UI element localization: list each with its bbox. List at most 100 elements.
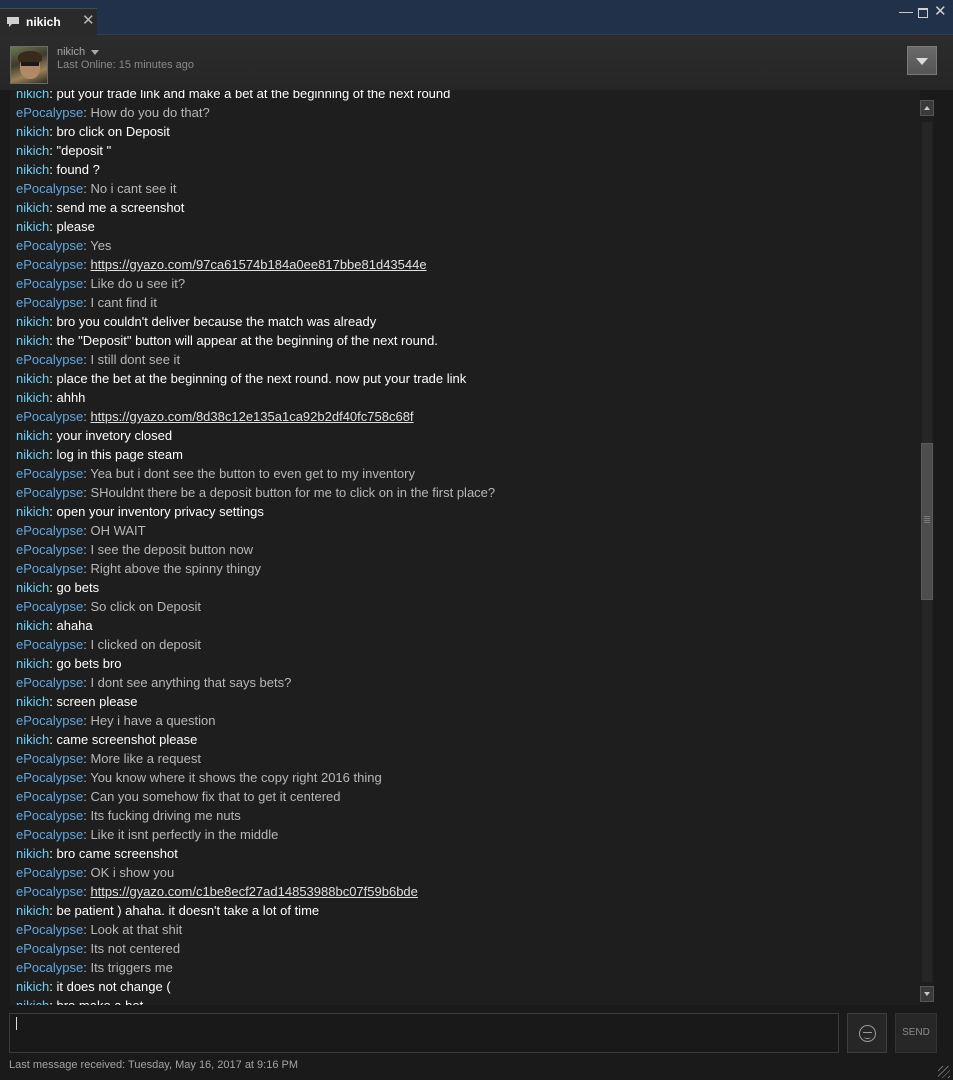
message-sender[interactable]: ePocalypse — [16, 181, 83, 196]
message-sender[interactable]: ePocalypse — [16, 238, 83, 253]
message-sender[interactable]: ePocalypse — [16, 808, 83, 823]
message-text: go bets bro — [56, 656, 122, 671]
message-sender[interactable]: ePocalypse — [16, 466, 83, 481]
message-text: place the bet at the beginning of the ne… — [56, 371, 467, 386]
message-sender[interactable]: ePocalypse — [16, 960, 83, 975]
message-sender[interactable]: nikich — [16, 428, 49, 443]
message-text: open your inventory privacy settings — [56, 504, 264, 519]
message-sender[interactable]: ePocalypse — [16, 827, 83, 842]
chat-message: nikich: open your inventory privacy sett… — [16, 504, 264, 519]
caret-down-icon[interactable] — [91, 50, 99, 55]
message-sender[interactable]: nikich — [16, 732, 49, 747]
chat-message: ePocalypse: Can you somehow fix that to … — [16, 789, 341, 804]
scroll-thumb[interactable] — [921, 443, 933, 600]
message-sender[interactable]: ePocalypse — [16, 276, 83, 291]
message-sender[interactable]: nikich — [16, 580, 49, 595]
message-sender[interactable]: nikich — [16, 656, 49, 671]
message-text: More like a request — [90, 751, 202, 766]
resize-grip-icon[interactable] — [938, 1066, 950, 1078]
message-sender[interactable]: nikich — [16, 447, 49, 462]
chat-scrollbar[interactable] — [920, 100, 934, 1002]
message-sender[interactable]: nikich — [16, 90, 49, 101]
scroll-down-arrow-icon[interactable] — [920, 986, 934, 1002]
message-sender[interactable]: ePocalypse — [16, 409, 83, 424]
message-sender[interactable]: ePocalypse — [16, 599, 83, 614]
message-text: Can you somehow fix that to get it cente… — [90, 789, 341, 804]
scroll-up-arrow-icon[interactable] — [920, 100, 934, 116]
message-text: screen please — [56, 694, 138, 709]
chat-tab[interactable]: nikich ✕ — [0, 8, 97, 35]
message-text: found ? — [56, 162, 100, 177]
maximize-icon[interactable] — [918, 8, 928, 18]
message-sender[interactable]: nikich — [16, 143, 49, 158]
message-sender[interactable]: nikich — [16, 903, 49, 918]
chat-message: ePocalypse: https://gyazo.com/8d38c12e13… — [16, 409, 414, 424]
message-sender[interactable]: nikich — [16, 979, 49, 994]
message-sender[interactable]: ePocalypse — [16, 352, 83, 367]
message-text: Look at that shit — [90, 922, 183, 937]
message-sender[interactable]: ePocalypse — [16, 295, 83, 310]
message-sender[interactable]: ePocalypse — [16, 105, 83, 120]
message-sender[interactable]: nikich — [16, 124, 49, 139]
message-sender[interactable]: ePocalypse — [16, 922, 83, 937]
message-text: Like it isnt perfectly in the middle — [90, 827, 279, 842]
message-text: I still dont see it — [90, 352, 181, 367]
message-sender[interactable]: ePocalypse — [16, 675, 83, 690]
send-button[interactable]: SEND — [895, 1013, 937, 1053]
message-sender[interactable]: nikich — [16, 314, 49, 329]
emoticon-button[interactable] — [847, 1013, 887, 1053]
message-text: I clicked on deposit — [90, 637, 202, 652]
message-link[interactable]: https://gyazo.com/97ca61574b184a0ee817bb… — [90, 257, 426, 272]
message-sender[interactable]: ePocalypse — [16, 941, 83, 956]
message-text: I dont see anything that says bets? — [90, 675, 292, 690]
message-sender[interactable]: ePocalypse — [16, 865, 83, 880]
message-sender[interactable]: nikich — [16, 162, 49, 177]
message-sender[interactable]: ePocalypse — [16, 561, 83, 576]
message-sender[interactable]: ePocalypse — [16, 884, 83, 899]
chat-options-button[interactable] — [907, 46, 937, 75]
minimize-icon[interactable]: — — [899, 3, 913, 19]
window-close-icon[interactable]: ✕ — [934, 4, 947, 20]
chat-message: ePocalypse: Look at that shit — [16, 922, 183, 937]
message-sender[interactable]: ePocalypse — [16, 485, 83, 500]
message-sender[interactable]: nikich — [16, 694, 49, 709]
message-sender[interactable]: ePocalypse — [16, 789, 83, 804]
message-sender[interactable]: ePocalypse — [16, 542, 83, 557]
chat-message: nikich: found ? — [16, 162, 100, 177]
chat-bubble-icon — [7, 17, 19, 27]
message-sender[interactable]: nikich — [16, 200, 49, 215]
message-sender[interactable]: ePocalypse — [16, 637, 83, 652]
avatar[interactable] — [10, 46, 48, 84]
chat-log: nikich: put your trade link and make a b… — [10, 90, 920, 1005]
message-sender[interactable]: nikich — [16, 371, 49, 386]
tab-close-icon[interactable]: ✕ — [82, 13, 95, 29]
chat-message: ePocalypse: How do you do that? — [16, 105, 210, 120]
message-input[interactable] — [9, 1013, 839, 1053]
message-sender[interactable]: nikich — [16, 390, 49, 405]
message-sender[interactable]: ePocalypse — [16, 713, 83, 728]
chat-message: nikich: be patient ) ahaha. it doesn't t… — [16, 903, 320, 918]
chat-header: nikich Last Online: 15 minutes ago — [0, 35, 953, 90]
message-sender[interactable]: ePocalypse — [16, 523, 83, 538]
chat-message: nikich: please — [16, 219, 95, 234]
chat-message: ePocalypse: Like do u see it? — [16, 276, 186, 291]
message-text: ahaha — [56, 618, 93, 633]
chat-message: ePocalypse: I dont see anything that say… — [16, 675, 292, 690]
message-sender[interactable]: nikich — [16, 846, 49, 861]
message-sender[interactable]: nikich — [16, 998, 49, 1005]
message-text: Hey i have a question — [90, 713, 216, 728]
message-link[interactable]: https://gyazo.com/8d38c12e135a1ca92b2df4… — [90, 409, 413, 424]
message-text: I see the deposit button now — [90, 542, 254, 557]
message-link[interactable]: https://gyazo.com/c1be8ecf27ad14853988bc… — [90, 884, 417, 899]
message-sender[interactable]: nikich — [16, 333, 49, 348]
message-sender[interactable]: ePocalypse — [16, 751, 83, 766]
message-sender[interactable]: nikich — [16, 618, 49, 633]
friend-name[interactable]: nikich — [57, 46, 85, 58]
message-sender[interactable]: nikich — [16, 219, 49, 234]
last-online-status: Last Online: 15 minutes ago — [57, 59, 194, 71]
message-sender[interactable]: nikich — [16, 504, 49, 519]
message-sender[interactable]: ePocalypse — [16, 257, 83, 272]
message-sender[interactable]: ePocalypse — [16, 770, 83, 785]
chat-message: ePocalypse: You know where it shows the … — [16, 770, 382, 785]
chat-message: nikich: screen please — [16, 694, 138, 709]
